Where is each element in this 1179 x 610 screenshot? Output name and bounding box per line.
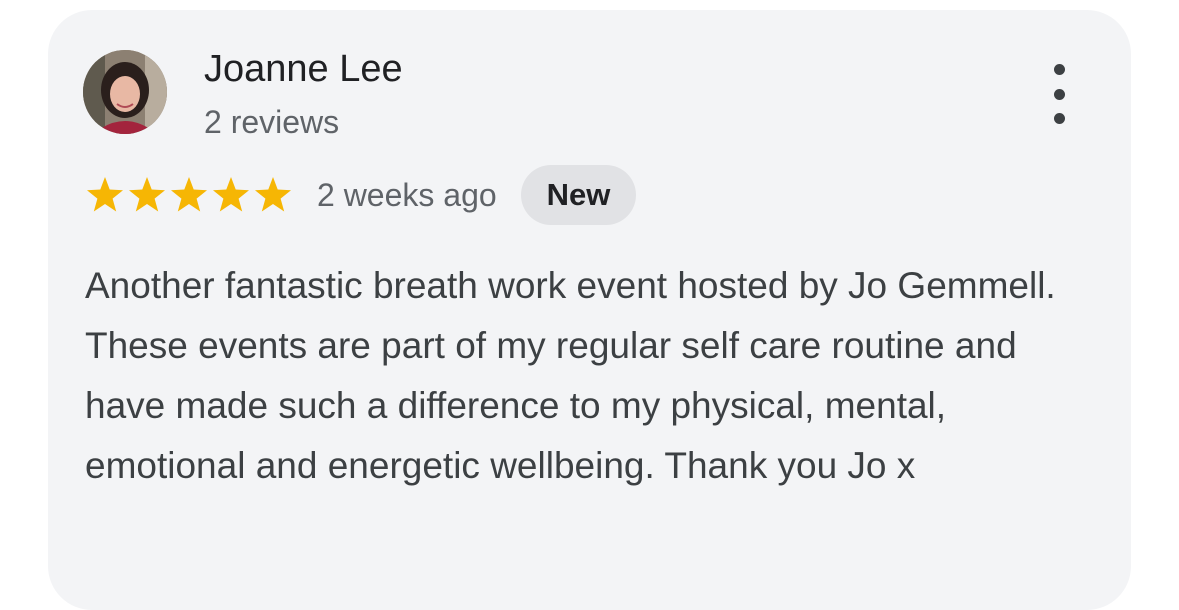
star-icon	[213, 177, 249, 212]
more-vert-icon	[1053, 64, 1065, 75]
review-text: Another fantastic breath work event host…	[85, 265, 1056, 486]
star-icon	[171, 177, 207, 212]
review-card: Joanne Lee 2 reviews 2 weeks ago New Ano…	[48, 10, 1131, 610]
author-reviews-count[interactable]: 2 reviews	[204, 104, 339, 141]
review-time: 2 weeks ago	[317, 176, 497, 213]
new-badge: New	[520, 165, 637, 225]
rating-row: 2 weeks ago New	[85, 165, 637, 225]
star-icon	[129, 177, 165, 212]
more-vert-icon-dot	[1053, 88, 1065, 100]
avatar-photo	[83, 50, 167, 134]
author-name[interactable]: Joanne Lee	[204, 48, 403, 91]
star-icon	[87, 177, 123, 212]
star-rating	[85, 175, 293, 215]
more-vert-icon-dot	[1053, 113, 1065, 124]
star-icon	[255, 177, 291, 212]
more-options-button[interactable]	[1042, 64, 1076, 124]
avatar[interactable]	[83, 50, 167, 134]
